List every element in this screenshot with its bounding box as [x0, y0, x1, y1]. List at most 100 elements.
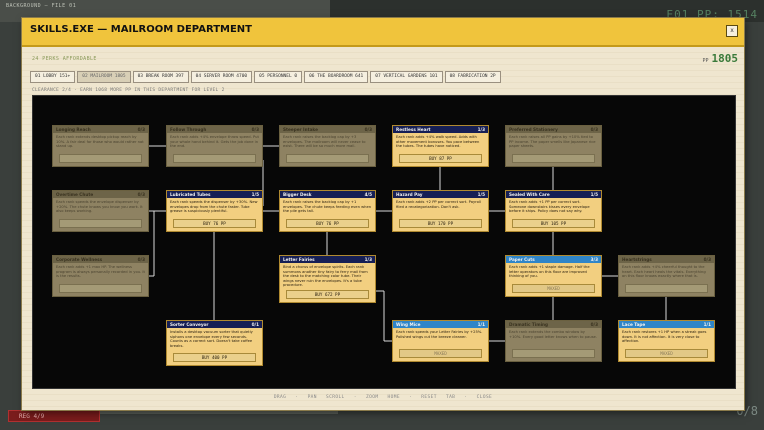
- skill-title: Heartstrings: [622, 257, 652, 262]
- skill-node-overtime-chute[interactable]: Overtime Chute 0/3 Each rank speeds the e…: [52, 190, 149, 232]
- skill-node-dramatic-timing[interactable]: Dramatic Timing 0/3 Each rank extends the…: [505, 320, 602, 362]
- skill-description: Each rank adds +4% cheerful thought to t…: [622, 265, 706, 279]
- skill-description: Each rank extends desktop pickup reach b…: [56, 135, 144, 149]
- department-tabs: 01 LOBBY 151+ 02 MAILROOM 1805 03 BREAK …: [30, 71, 501, 83]
- tab-vertical-gardens[interactable]: 07 VERTICAL GARDENS 101: [370, 71, 443, 83]
- tab-personnel[interactable]: 05 PERSONNEL 0: [254, 71, 303, 83]
- skill-node-sorter-conveyor[interactable]: Sorter Conveyor 0/1 Installs a desktop va…: [166, 320, 263, 366]
- skill-description: Each rank raises the backlog cap by +1 e…: [283, 200, 372, 214]
- skills-window: SKILLS.EXE — MAILROOM DEPARTMENT x 24 PE…: [22, 18, 744, 410]
- skill-description: Each rank adds +2 PP per correct sort. P…: [396, 200, 481, 209]
- skill-title: Wing Mice: [396, 322, 421, 327]
- skill-description: Bind a chorus of envelope spirits. Each …: [283, 265, 368, 288]
- skill-description: Each rank restores +1 HP when a streak g…: [622, 330, 707, 344]
- skill-node-longing-reach[interactable]: Longing Reach 0/3 Each rank extends deskt…: [52, 125, 149, 167]
- skill-description: Each rank speeds the envelope dispenser …: [56, 200, 143, 214]
- skill-node-preferred-stationery[interactable]: Preferred Stationery 0/3 Each rank raises…: [505, 125, 602, 167]
- skill-rank: 0/3: [251, 127, 259, 132]
- skill-maxed-label: MAXED: [512, 284, 595, 293]
- skill-title: Letter Fairies: [283, 257, 315, 262]
- skill-description: Each rank adds +4% walk speed. Adds with…: [396, 135, 480, 149]
- close-button[interactable]: x: [726, 25, 738, 37]
- skill-node-corporate-wellness[interactable]: Corporate Wellness 0/3 Each rank adds +1 …: [52, 255, 149, 297]
- window-titlebar[interactable]: SKILLS.EXE — MAILROOM DEPARTMENT x: [22, 18, 744, 47]
- skill-title: Bigger Desk: [283, 192, 312, 197]
- skill-buy-button[interactable]: BUY 400 PP: [173, 353, 256, 362]
- skill-description: Each rank extends the combo window by +1…: [509, 330, 597, 339]
- skill-title: Corporate Wellness: [56, 257, 103, 262]
- tab-break-room[interactable]: 03 BREAK ROOM 397: [132, 71, 189, 83]
- skill-node-wing-mice[interactable]: Wing Mice 1/1 Each rank speeds your Lette…: [392, 320, 489, 362]
- skill-buy-button[interactable]: BUY 672 PP: [286, 290, 369, 299]
- pp-value: 1805: [711, 52, 739, 65]
- skill-title: Sorter Conveyor: [170, 322, 209, 327]
- skill-buy-button[interactable]: BUY 87 PP: [399, 154, 482, 163]
- skill-buy-button[interactable]: BUY 76 PP: [173, 219, 256, 228]
- skill-rank: 1/5: [590, 192, 598, 197]
- skill-rank: 0/3: [703, 257, 711, 262]
- skill-description: Each rank adds +1 PP per correct sort. S…: [509, 200, 590, 214]
- skill-node-heartstrings[interactable]: Heartstrings 0/3 Each rank adds +4% cheer…: [618, 255, 715, 297]
- skill-buy-button[interactable]: [286, 154, 369, 163]
- skill-node-sealed-with-care[interactable]: Sealed With Care 1/5 Each rank adds +1 PP…: [505, 190, 602, 232]
- skill-node-follow-through[interactable]: Follow Through 0/3 Each rank adds +4% env…: [166, 125, 263, 167]
- skill-node-restless-heart[interactable]: Restless Heart 1/3 Each rank adds +4% wal…: [392, 125, 489, 167]
- pp-label: PP: [702, 58, 709, 64]
- skill-rank: 1/1: [477, 322, 485, 327]
- skill-rank: 0/3: [590, 322, 598, 327]
- skill-buy-button[interactable]: BUY 76 PP: [286, 219, 369, 228]
- skill-buy-button[interactable]: [59, 219, 142, 228]
- window-body: 24 PERKS AFFORDABLE PP 1805 01 LOBBY 151…: [22, 47, 744, 410]
- skill-title: Preferred Stationery: [509, 127, 558, 132]
- skill-buy-button[interactable]: [59, 284, 142, 293]
- skill-description: Each rank adds +4% envelope throw speed.…: [170, 135, 259, 149]
- skill-buy-button[interactable]: BUY 105 PP: [512, 219, 595, 228]
- skill-buy-button[interactable]: [59, 154, 142, 163]
- skill-node-hazard-pay[interactable]: Hazard Pay 1/5 Each rank adds +2 PP per c…: [392, 190, 489, 232]
- tab-boardroom[interactable]: 06 THE BOARDROOM 641: [304, 71, 369, 83]
- tab-server-room[interactable]: 04 SERVER ROOM 4700: [190, 71, 253, 83]
- close-icon: x: [730, 27, 734, 34]
- skill-rank: 4/5: [364, 192, 372, 197]
- skill-buy-button[interactable]: BUY 170 PP: [399, 219, 482, 228]
- skill-buy-button[interactable]: [173, 154, 256, 163]
- skill-buy-button[interactable]: [512, 154, 595, 163]
- skill-rank: 1/5: [477, 192, 485, 197]
- window-title: SKILLS.EXE — MAILROOM DEPARTMENT: [30, 24, 252, 35]
- pp-display: PP 1805: [702, 52, 738, 65]
- skill-title: Lubricated Tubes: [170, 192, 211, 197]
- skill-rank: 0/3: [364, 127, 372, 132]
- skill-buy-button[interactable]: [512, 349, 595, 358]
- background-tab-title: BACKGROUND — FILE 01: [6, 3, 77, 9]
- skill-node-paper-cuts[interactable]: Paper Cuts 3/3 Each rank adds +1 staple d…: [505, 255, 602, 297]
- skill-node-lace-tape[interactable]: Lace Tape 1/1 Each rank restores +1 HP wh…: [618, 320, 715, 362]
- skill-buy-button[interactable]: [625, 284, 708, 293]
- skill-tree-canvas[interactable]: Longing Reach 0/3 Each rank extends deskt…: [32, 95, 736, 389]
- skill-rank: 0/1: [251, 322, 259, 327]
- skill-maxed-label: MAXED: [625, 349, 708, 358]
- skill-rank: 0/3: [590, 127, 598, 132]
- skill-node-letter-fairies[interactable]: Letter Fairies 1/3 Bind a chorus of envel…: [279, 255, 376, 303]
- tab-fabrication[interactable]: 08 FABRICATION 2P: [444, 71, 501, 83]
- skill-title: Paper Cuts: [509, 257, 535, 262]
- skill-title: Restless Heart: [396, 127, 431, 132]
- tab-mailroom[interactable]: 02 MAILROOM 1805: [77, 71, 131, 83]
- skill-node-lubricated-tubes[interactable]: Lubricated Tubes 1/5 Each rank speeds the…: [166, 190, 263, 232]
- tab-lobby[interactable]: 01 LOBBY 151+: [30, 71, 76, 83]
- skill-description: Installs a desktop vacuum sorter that qu…: [170, 330, 253, 348]
- skill-rank: 0/3: [137, 127, 145, 132]
- skill-description: Each rank raises the backlog cap by +3 e…: [283, 135, 366, 149]
- skill-rank: 0/3: [137, 192, 145, 197]
- skill-rank: 1/3: [477, 127, 485, 132]
- skill-node-bigger-desk[interactable]: Bigger Desk 4/5 Each rank raises the back…: [279, 190, 376, 232]
- skill-description: Each rank raises all PP gains by +10% ti…: [509, 135, 596, 149]
- skill-rank: 1/3: [364, 257, 372, 262]
- perks-affordable: 24 PERKS AFFORDABLE: [32, 56, 97, 62]
- skill-rank: 1/1: [703, 322, 711, 327]
- skill-description: Each rank speeds your Letter Fairies by …: [396, 330, 483, 339]
- skill-title: Dramatic Timing: [509, 322, 549, 327]
- skill-title: Overtime Chute: [56, 192, 94, 197]
- skill-title: Lace Tape: [622, 322, 646, 327]
- skill-node-steeper-intake[interactable]: Steeper Intake 0/3 Each rank raises the b…: [279, 125, 376, 167]
- background-red-status: REG 4/9: [8, 410, 100, 422]
